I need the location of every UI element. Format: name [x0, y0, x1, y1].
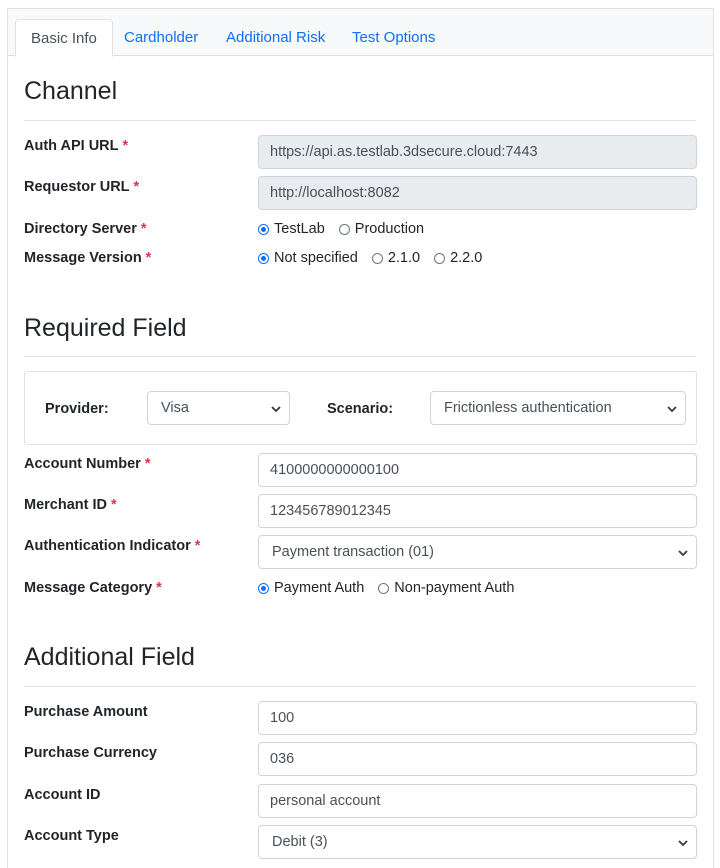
scenario-select[interactable]: Frictionless authentication: [430, 391, 686, 425]
tab-basic-info[interactable]: Basic Info: [15, 19, 113, 57]
message-category-label: Message Category *: [24, 580, 162, 596]
divider: [24, 356, 696, 357]
message-version-not-specified-option[interactable]: Not specified: [258, 249, 358, 267]
tab-additional-risk[interactable]: Additional Risk: [211, 19, 340, 57]
chevron-down-icon: [271, 406, 281, 413]
merchant-id-input[interactable]: 123456789012345: [258, 494, 697, 528]
radio-label: Non-payment Auth: [394, 580, 515, 596]
message-category-payment-auth-option[interactable]: Payment Auth: [258, 579, 364, 597]
merchant-id-label: Merchant ID *: [24, 497, 117, 513]
required-marker: *: [156, 580, 162, 596]
account-number-input[interactable]: 4100000000000100: [258, 453, 697, 487]
auth-api-url-label: Auth API URL *: [24, 138, 129, 154]
radio-icon[interactable]: [371, 252, 383, 264]
purchase-currency-label: Purchase Currency: [24, 745, 157, 761]
requestor-url-label: Requestor URL *: [24, 179, 140, 195]
divider: [24, 686, 696, 687]
purchase-currency-input[interactable]: 036: [258, 742, 697, 776]
purchase-amount-input[interactable]: 100: [258, 701, 697, 735]
form-panel: Basic Info Cardholder Additional Risk Te…: [7, 8, 714, 868]
directory-server-radio-group: TestLab Production: [258, 220, 438, 238]
directory-server-label: Directory Server *: [24, 221, 147, 237]
divider: [24, 120, 696, 121]
required-marker: *: [194, 538, 201, 554]
message-category-non-payment-auth-option[interactable]: Non-payment Auth: [378, 579, 514, 597]
required-marker: *: [122, 138, 129, 154]
radio-label: 2.1.0: [387, 250, 421, 266]
authentication-indicator-label: Authentication Indicator *: [24, 538, 201, 554]
required-marker: *: [144, 456, 151, 472]
provider-select-value: Visa: [161, 400, 189, 416]
account-type-label: Account Type: [24, 828, 119, 844]
message-category-radio-group: Payment Auth Non-payment Auth: [258, 579, 528, 597]
radio-label: Production: [354, 221, 425, 237]
tab-cardholder[interactable]: Cardholder: [109, 19, 213, 57]
tab-test-options[interactable]: Test Options: [337, 19, 450, 57]
message-version-220-option[interactable]: 2.2.0: [434, 249, 482, 267]
chevron-down-icon: [678, 840, 688, 847]
account-type-value: Debit (3): [272, 834, 328, 850]
account-type-select[interactable]: Debit (3): [258, 825, 697, 859]
chevron-down-icon: [667, 406, 677, 413]
radio-icon[interactable]: [378, 582, 390, 594]
radio-label: Not specified: [274, 250, 358, 266]
message-version-210-option[interactable]: 2.1.0: [371, 249, 421, 267]
message-version-label: Message Version *: [24, 250, 152, 266]
radio-icon[interactable]: [434, 252, 446, 264]
directory-server-production-option[interactable]: Production: [338, 220, 425, 238]
scenario-label: Scenario:: [327, 401, 394, 417]
section-title-required-field: Required Field: [24, 314, 187, 342]
provider-scenario-box: Provider: Visa Scenario: Frictionless au…: [24, 371, 697, 445]
required-marker: *: [111, 497, 117, 513]
radio-checked-icon[interactable]: [258, 223, 269, 235]
authentication-indicator-value: Payment transaction (01): [272, 544, 434, 560]
account-id-label: Account ID: [24, 787, 101, 803]
required-marker: *: [145, 250, 152, 266]
section-title-additional-field: Additional Field: [24, 643, 195, 671]
scenario-select-value: Frictionless authentication: [444, 400, 612, 416]
section-title-channel: Channel: [24, 77, 118, 105]
account-id-input[interactable]: personal account: [258, 784, 697, 818]
chevron-down-icon: [678, 550, 688, 557]
radio-label: Payment Auth: [274, 580, 365, 596]
radio-label: TestLab: [274, 221, 325, 237]
requestor-url-input[interactable]: http://localhost:8082: [258, 176, 697, 210]
provider-label: Provider:: [45, 401, 109, 417]
directory-server-testlab-option[interactable]: TestLab: [258, 220, 325, 238]
radio-checked-icon[interactable]: [258, 252, 269, 264]
radio-checked-icon[interactable]: [258, 582, 269, 594]
account-number-label: Account Number *: [24, 456, 151, 472]
radio-label: 2.2.0: [450, 250, 483, 266]
authentication-indicator-select[interactable]: Payment transaction (01): [258, 535, 697, 569]
auth-api-url-input[interactable]: https://api.as.testlab.3dsecure.cloud:74…: [258, 135, 697, 169]
provider-select[interactable]: Visa: [147, 391, 290, 425]
tab-bar: Basic Info Cardholder Additional Risk Te…: [8, 9, 713, 57]
required-marker: *: [140, 221, 147, 237]
purchase-amount-label: Purchase Amount: [24, 704, 148, 720]
required-marker: *: [133, 179, 140, 195]
radio-icon[interactable]: [338, 223, 350, 235]
message-version-radio-group: Not specified 2.1.0 2.2.0: [258, 249, 496, 267]
